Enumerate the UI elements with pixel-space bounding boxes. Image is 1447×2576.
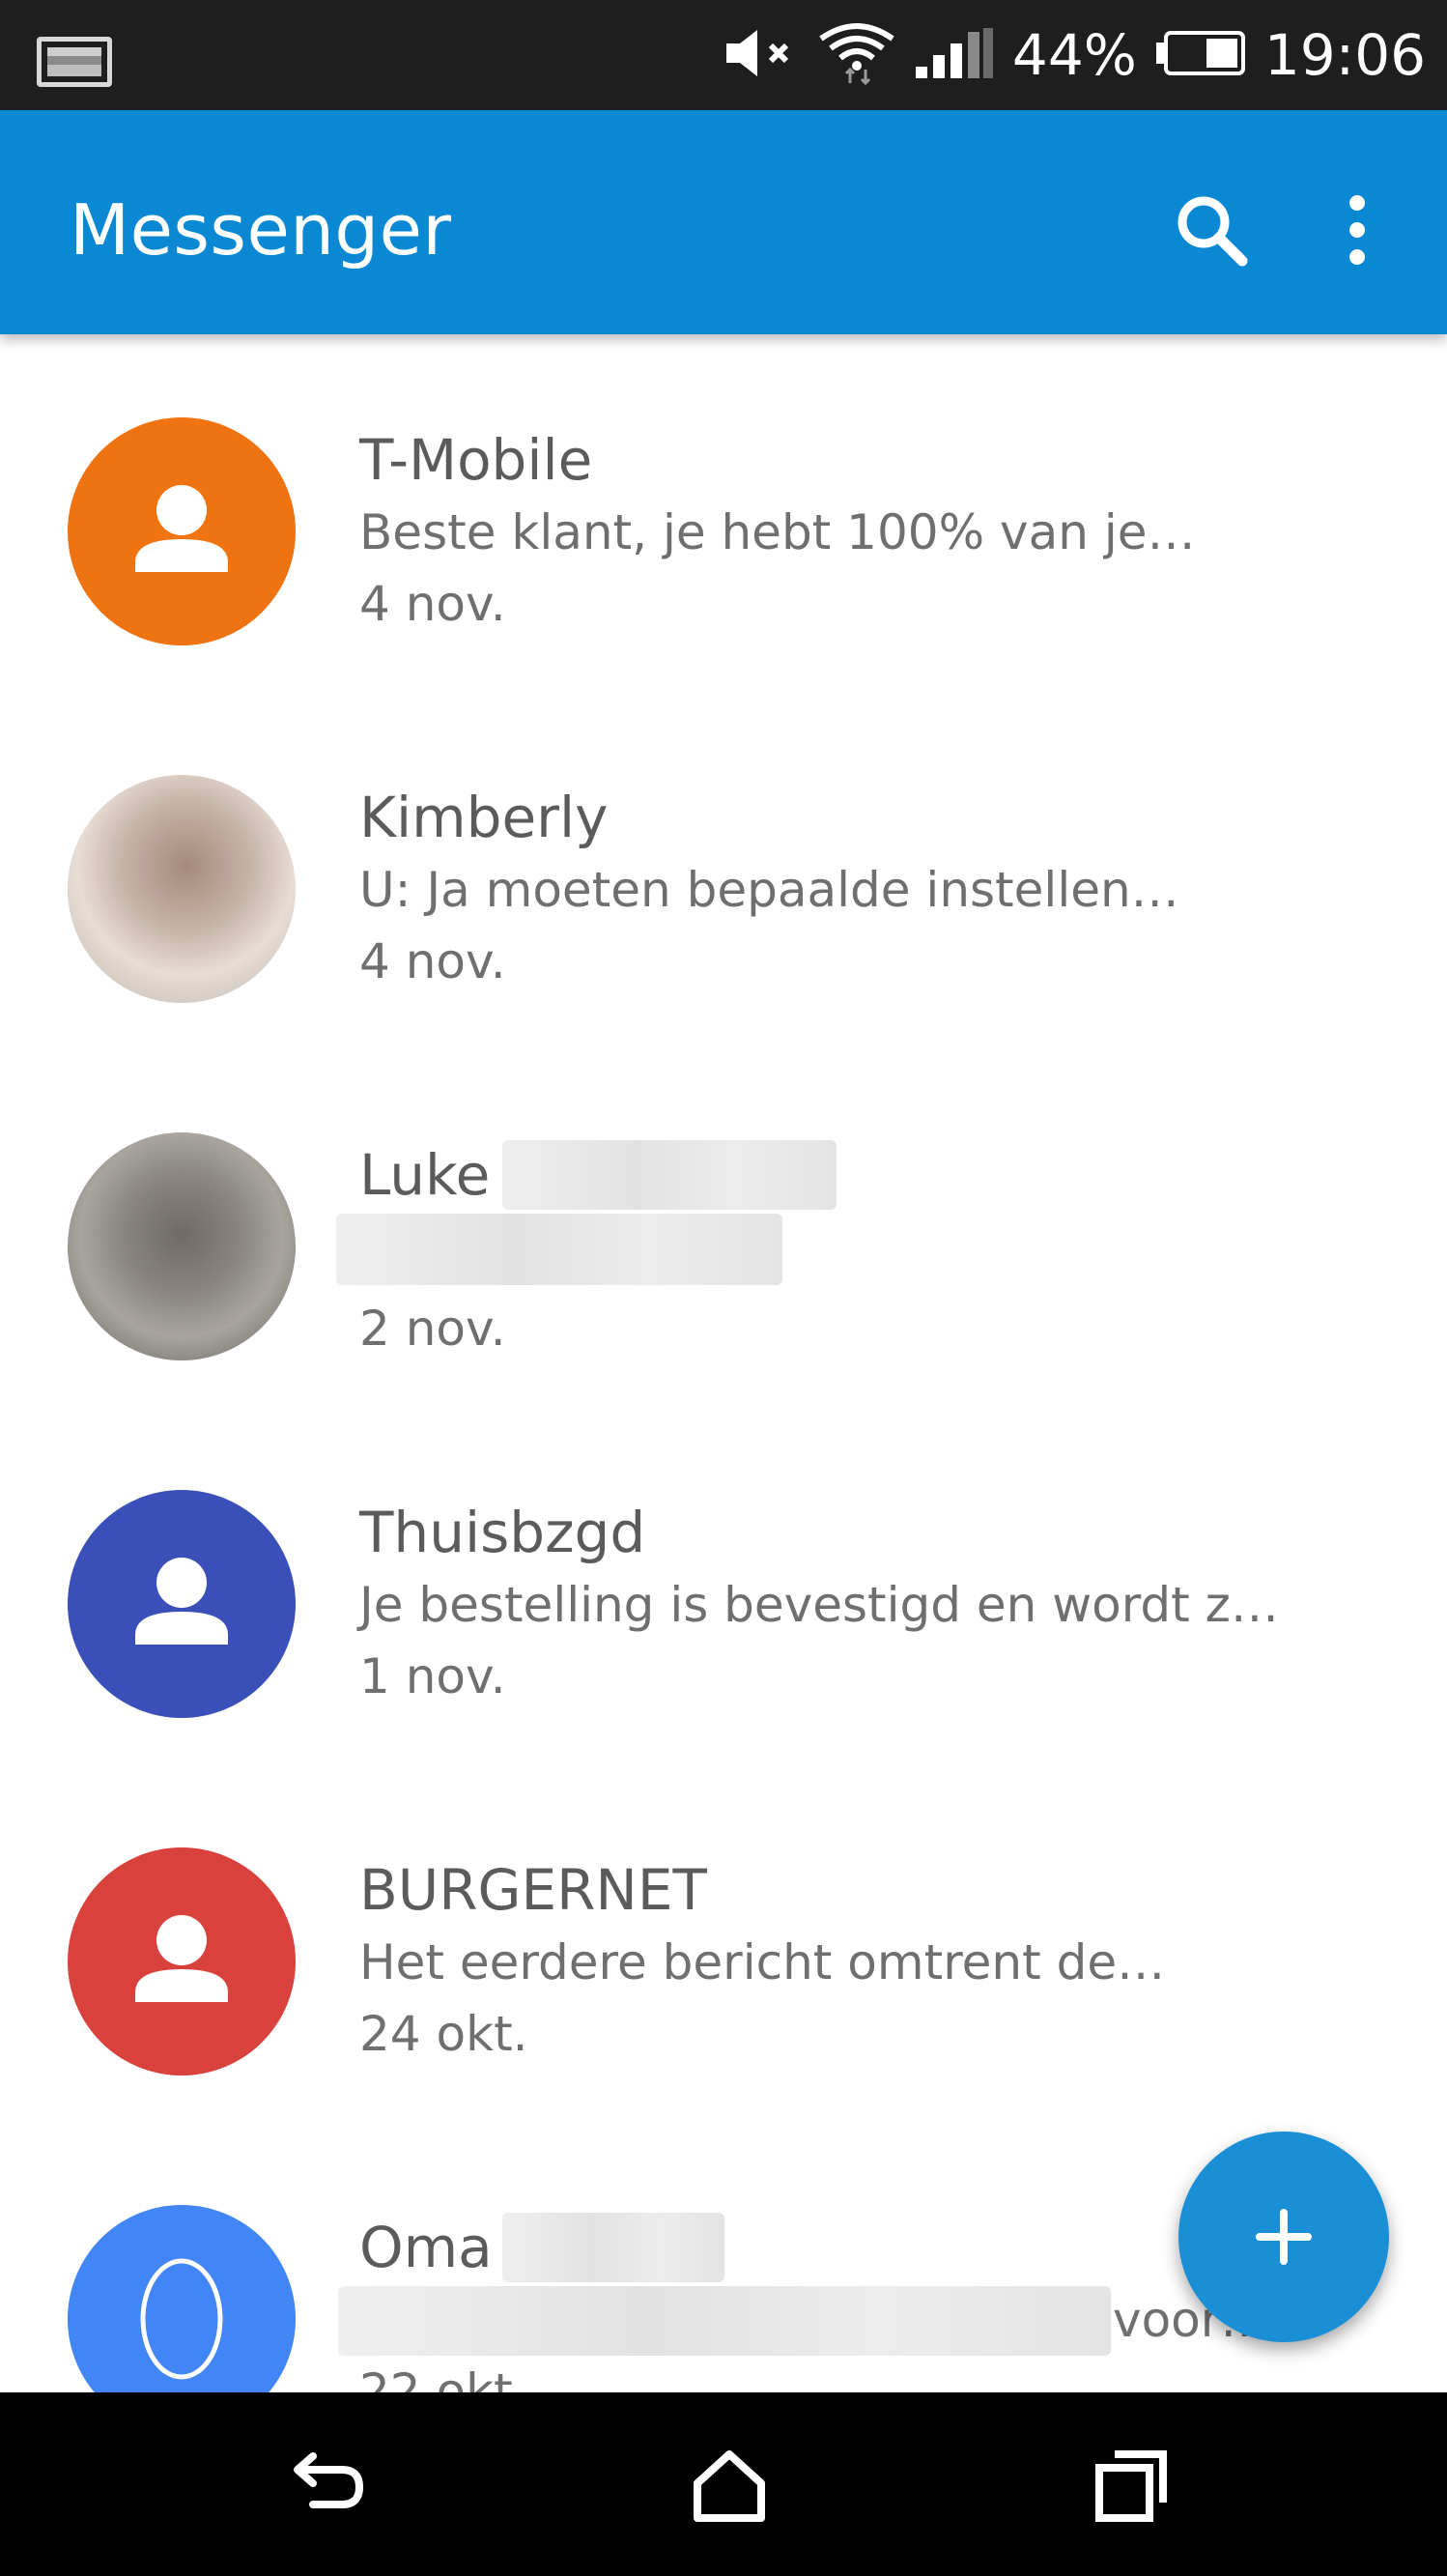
app-bar: Messenger xyxy=(0,110,1447,334)
recents-icon xyxy=(1095,2450,1167,2522)
message-date: 24 okt. xyxy=(359,2006,528,2062)
conversation-row-t-mobile[interactable]: T-Mobile Beste klant, je hebt 100% van j… xyxy=(0,373,1447,730)
conversation-row-kimberly[interactable]: Kimberly U: Ja moeten bepaalde instellen… xyxy=(0,730,1447,1088)
clock: 19:06 xyxy=(1263,22,1426,88)
conversation-list: T-Mobile Beste klant, je hebt 100% van j… xyxy=(0,334,1447,2392)
back-icon xyxy=(294,2452,364,2508)
status-icons: 44% 19:06 xyxy=(723,21,1426,90)
person-icon xyxy=(135,485,228,572)
conversation-row-burgernet[interactable]: BURGERNET Het eerdere bericht omtrent de… xyxy=(0,1803,1447,2161)
overflow-menu-button[interactable] xyxy=(1323,187,1391,274)
contact-name: Kimberly xyxy=(359,785,609,850)
redacted-snippet xyxy=(336,1214,782,1285)
search-button[interactable] xyxy=(1169,187,1256,274)
avatar-photo xyxy=(68,1132,296,1360)
plus-icon xyxy=(1256,2209,1312,2265)
avatar xyxy=(68,1847,296,2075)
status-bar: 44% 19:06 xyxy=(0,0,1447,110)
message-snippet: Beste klant, je hebt 100% van je… xyxy=(359,504,1196,560)
battery-icon xyxy=(1154,29,1247,82)
person-icon xyxy=(135,1558,228,1645)
contact-name: Thuisbzgd xyxy=(359,1500,646,1565)
avatar-photo xyxy=(68,775,296,1003)
person-icon xyxy=(135,1915,228,2002)
redacted-snippet xyxy=(338,2286,1111,2356)
search-icon xyxy=(1177,196,1248,267)
contact-name: Luke xyxy=(359,1142,491,1208)
screenshot-icon xyxy=(37,37,112,87)
conversation-row-luke[interactable]: Luke 2 nov. xyxy=(0,1088,1447,1445)
contact-name: T-Mobile xyxy=(359,427,593,493)
message-snippet: Het eerdere bericht omtrent de… xyxy=(359,1934,1166,1990)
home-icon xyxy=(694,2450,765,2522)
contact-name: Oma xyxy=(359,2215,493,2280)
home-button[interactable] xyxy=(676,2431,782,2537)
mute-icon xyxy=(723,26,800,85)
message-date: 4 nov. xyxy=(359,576,506,632)
new-conversation-button[interactable] xyxy=(1178,2132,1389,2342)
avatar xyxy=(68,417,296,645)
message-date: 2 nov. xyxy=(359,1301,506,1357)
recents-button[interactable] xyxy=(1078,2431,1184,2537)
avatar xyxy=(68,1490,296,1718)
message-snippet: U: Ja moeten bepaalde instellen… xyxy=(359,862,1179,918)
redacted-surname xyxy=(502,1140,837,1210)
message-date: 4 nov. xyxy=(359,933,506,989)
redacted-surname xyxy=(502,2213,724,2282)
signal-icon xyxy=(914,26,995,85)
avatar xyxy=(68,2205,296,2392)
contact-name: BURGERNET xyxy=(359,1857,707,1923)
conversation-row-thuisbzgd[interactable]: Thuisbzgd Je bestelling is bevestigd en … xyxy=(0,1445,1447,1803)
wifi-icon xyxy=(817,21,896,90)
overflow-menu-icon xyxy=(1349,195,1365,265)
message-snippet: Je bestelling is bevestigd en wordt z… xyxy=(359,1577,1279,1633)
battery-percent: 44% xyxy=(1011,22,1137,88)
back-button[interactable] xyxy=(274,2431,381,2537)
app-title: Messenger xyxy=(70,189,452,271)
navigation-bar xyxy=(0,2392,1447,2576)
message-date: 1 nov. xyxy=(359,1648,506,1704)
message-date: 22 okt. xyxy=(359,2363,528,2392)
letter-avatar xyxy=(140,2258,223,2380)
